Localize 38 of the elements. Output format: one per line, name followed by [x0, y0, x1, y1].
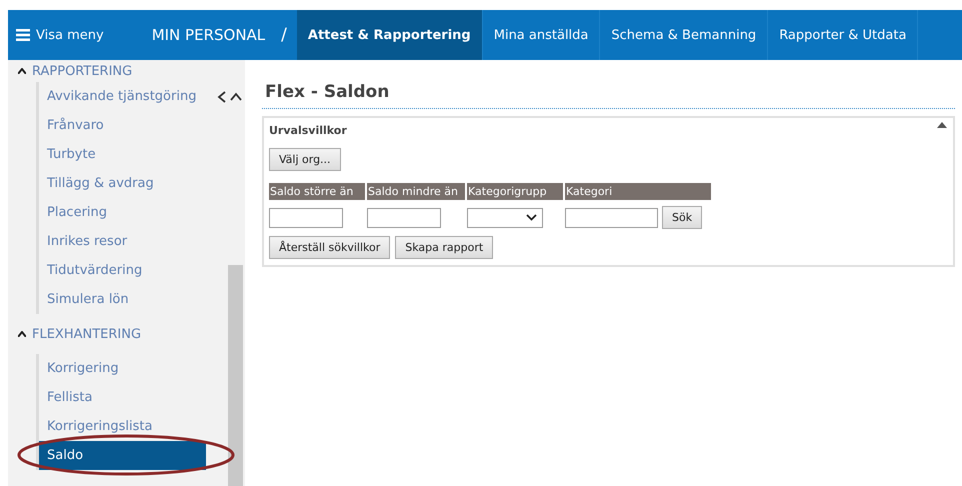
collapse-icon[interactable]	[937, 122, 947, 128]
sidebar-item[interactable]: Tidutvärdering	[36, 256, 206, 285]
sidebar-item[interactable]: Frånvaro	[36, 111, 206, 140]
sidebar-item[interactable]: Korrigering	[36, 354, 206, 383]
panel-title: Urvalsvillkor	[269, 124, 347, 137]
sidebar-item[interactable]: Avvikande tjänstgöring	[36, 82, 206, 111]
search-button[interactable]: Sök	[662, 206, 702, 229]
breadcrumb-separator: /	[280, 24, 288, 47]
section-title[interactable]: FLEXHANTERING	[32, 326, 142, 342]
column-header: Kategorigrupp	[467, 183, 563, 200]
input-field[interactable]	[269, 208, 343, 228]
sidebar-item[interactable]: Fellista	[36, 383, 206, 412]
section-title[interactable]: RAPPORTERING	[32, 64, 132, 78]
nav-tab[interactable]: Rapporter & Utdata	[768, 10, 918, 60]
sidebar-item[interactable]: Turbyte	[36, 140, 206, 169]
sidebar-item[interactable]: Tillägg & avdrag	[36, 169, 206, 198]
action-button[interactable]: Skapa rapport	[395, 236, 494, 259]
column-header: Kategori	[565, 183, 711, 200]
menu-icon	[16, 29, 30, 41]
sidebar-item[interactable]: Saldo	[36, 441, 206, 470]
column-header: Saldo mindre än	[367, 183, 465, 200]
action-button[interactable]: Återställ sökvillkor	[269, 236, 390, 259]
select-field[interactable]	[467, 208, 543, 228]
sidebar-item[interactable]: Placering	[36, 198, 206, 227]
choose-org-button[interactable]: Välj org...	[269, 148, 341, 171]
sidebar-item[interactable]: Inrikes resor	[36, 227, 206, 256]
collapse-arrows-icon[interactable]	[217, 90, 243, 102]
column-header: Saldo större än	[269, 183, 365, 200]
nav-tab[interactable]: Schema & Bemanning	[600, 10, 768, 60]
breadcrumb: MIN PERSONAL	[150, 25, 266, 46]
menu-button[interactable]: Visa meny	[8, 10, 112, 60]
nav-tab[interactable]: Mina anställda	[482, 10, 600, 60]
sidebar-item[interactable]: Simulera lön	[36, 285, 206, 314]
page-title: Flex - Saldon	[262, 82, 955, 109]
nav-tab[interactable]: Attest & Rapportering	[296, 10, 483, 60]
input-field[interactable]	[367, 208, 441, 228]
input-field[interactable]	[565, 208, 658, 228]
chevron-icon	[526, 214, 537, 221]
